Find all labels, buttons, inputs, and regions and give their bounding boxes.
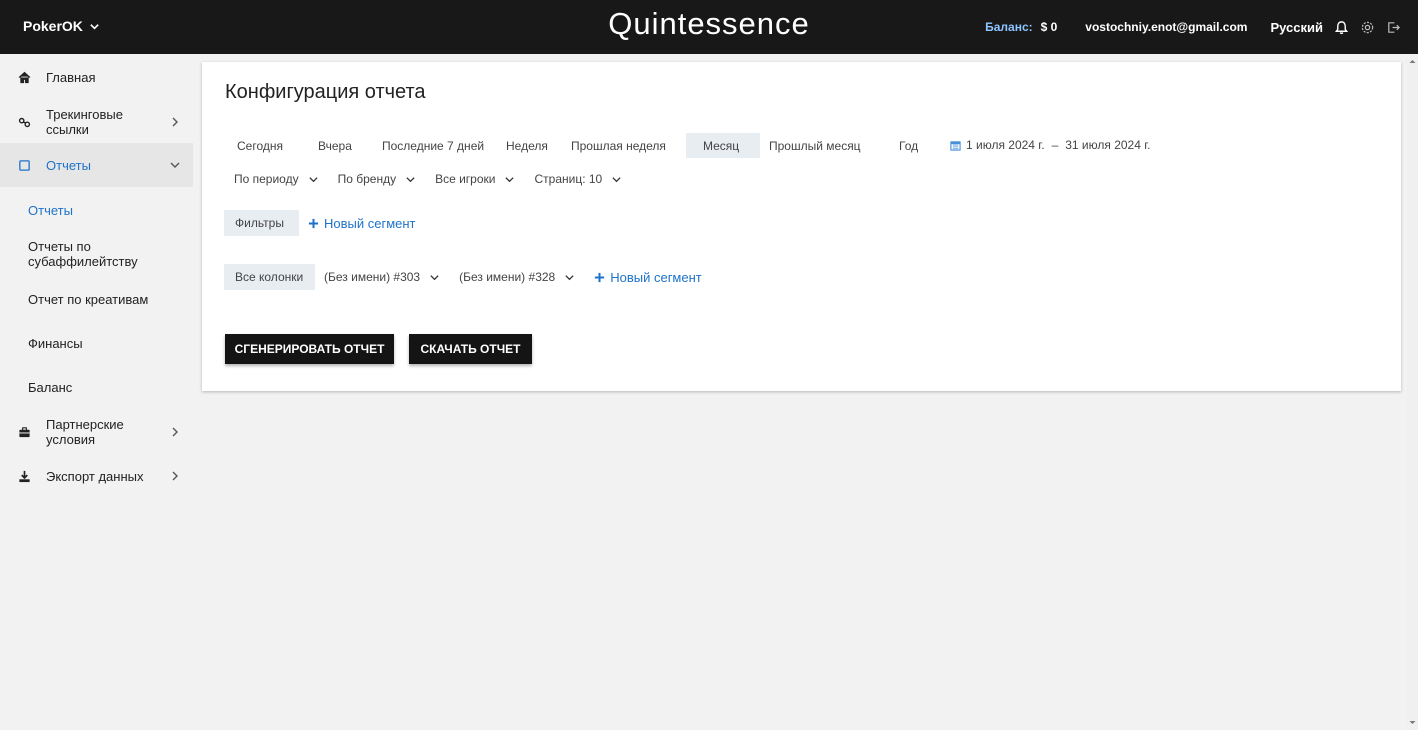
sidebar-item-reports[interactable]: Отчеты (0, 143, 193, 187)
dropdown-label: Все игроки (435, 172, 496, 186)
chevron-right-icon (172, 427, 178, 437)
new-filter-segment-button[interactable]: Новый сегмент (308, 216, 416, 231)
period-week[interactable]: Неделя (495, 133, 560, 158)
chevron-down-icon (430, 274, 439, 280)
balance-value: $ 0 (1040, 20, 1058, 34)
period-year[interactable]: Год (877, 133, 918, 158)
dropdown-label: По периоду (234, 172, 299, 186)
dropdown-label: По бренду (337, 172, 397, 186)
sidebar-item-tracking-links[interactable]: Трекинговые ссылки (0, 106, 193, 138)
players-dropdown[interactable]: Все игроки (435, 172, 515, 186)
sidebar-subitem-reports[interactable]: Отчеты (28, 203, 73, 218)
period-last-month[interactable]: Прошлый месяц (760, 133, 877, 158)
columns-row: Все колонки (Без имени) #303 (Без имени)… (224, 264, 702, 290)
pages-dropdown[interactable]: Страниц: 10 (534, 172, 622, 186)
briefcase-icon (17, 425, 31, 439)
report-options-row: По периоду По бренду Все игроки Страниц:… (234, 172, 622, 186)
sidebar-subitem-balance[interactable]: Баланс (28, 380, 72, 395)
sidebar-item-data-export[interactable]: Экспорт данных (0, 464, 193, 488)
period-today[interactable]: Сегодня (224, 133, 304, 158)
sidebar-item-label: Отчеты (46, 157, 91, 173)
brand-selector[interactable]: PokerOK (23, 18, 100, 34)
sidebar-item-partner-terms[interactable]: Партнерские условия (0, 416, 193, 448)
balance-label: Баланс: (985, 20, 1033, 34)
sidebar-item-home[interactable]: Главная (0, 66, 193, 88)
dropdown-label: Страниц: 10 (534, 172, 603, 186)
new-segment-label: Новый сегмент (610, 269, 702, 285)
scroll-up-icon[interactable] (1409, 58, 1416, 65)
sidebar-item-label: Главная (46, 69, 96, 85)
chevron-down-icon (565, 274, 574, 280)
filters-row: Фильтры Новый сегмент (224, 210, 416, 236)
language-selector[interactable]: Русский (1270, 20, 1323, 35)
generate-report-button[interactable]: СГЕНЕРИРОВАТЬ ОТЧЕТ (225, 334, 394, 364)
download-report-button[interactable]: СКАЧАТЬ ОТЧЕТ (409, 334, 532, 364)
date-from[interactable]: 1 июля 2024 г. (966, 138, 1045, 152)
gear-icon[interactable] (1359, 19, 1375, 35)
column-segment-328-dropdown[interactable]: (Без имени) #328 (459, 270, 575, 284)
chevron-down-icon (406, 176, 415, 182)
link-icon (17, 115, 31, 129)
calendar-icon (950, 140, 961, 151)
date-range-picker[interactable]: 1 июля 2024 г. – 31 июля 2024 г. (950, 138, 1150, 152)
top-bar: PokerOK Quintessence Баланс: $ 0 vostoch… (0, 0, 1418, 54)
report-config-card: Конфигурация отчета Сегодня Вчера Послед… (202, 62, 1401, 391)
sidebar-subitem-finance[interactable]: Финансы (28, 336, 83, 351)
app-logo: Quintessence (608, 6, 810, 41)
download-icon (17, 469, 31, 483)
logout-icon[interactable] (1385, 19, 1401, 35)
period-last-7-days[interactable]: Последние 7 дней (368, 133, 495, 158)
chevron-down-icon (308, 176, 318, 182)
period-tabs: Сегодня Вчера Последние 7 дней Неделя Пр… (224, 133, 918, 158)
filters-button[interactable]: Фильтры (224, 210, 299, 236)
period-last-week[interactable]: Прошлая неделя (560, 133, 686, 158)
chevron-right-icon (172, 471, 178, 481)
brand-name: PokerOK (23, 18, 83, 34)
chevron-down-icon (90, 23, 99, 30)
sidebar-subitem-subaffiliate-reports[interactable]: Отчеты по субаффилейтству (28, 239, 158, 269)
group-by-period-dropdown[interactable]: По периоду (234, 172, 319, 186)
bell-icon[interactable] (1333, 19, 1349, 35)
chevron-down-icon (612, 176, 621, 182)
sidebar-item-label: Экспорт данных (46, 468, 144, 484)
date-separator: – (1051, 138, 1059, 152)
all-columns-button[interactable]: Все колонки (224, 264, 315, 290)
column-segment-303-dropdown[interactable]: (Без имени) #303 (324, 270, 440, 284)
new-column-segment-button[interactable]: Новый сегмент (594, 270, 702, 285)
dropdown-label: (Без имени) #328 (459, 270, 556, 284)
chevron-down-icon (505, 176, 515, 182)
chevron-down-icon (170, 162, 180, 168)
plus-icon (308, 218, 319, 228)
date-to[interactable]: 31 июля 2024 г. (1065, 138, 1150, 152)
chevron-right-icon (172, 117, 178, 127)
scrollbar[interactable] (1407, 54, 1418, 730)
sidebar-item-label: Трекинговые ссылки (46, 107, 123, 137)
report-icon (17, 158, 31, 172)
user-email[interactable]: vostochniy.enot@gmail.com (1085, 20, 1247, 34)
group-by-brand-dropdown[interactable]: По бренду (338, 172, 416, 186)
sidebar-item-label: Партнерские условия (46, 417, 124, 447)
sidebar: Главная Трекинговые ссылки Отчеты Отчеты… (0, 54, 193, 730)
period-yesterday[interactable]: Вчера (304, 133, 368, 158)
sidebar-subitem-creatives-report[interactable]: Отчет по креативам (28, 292, 148, 307)
new-segment-label: Новый сегмент (324, 215, 416, 231)
page-title: Конфигурация отчета (225, 81, 426, 103)
dropdown-label: (Без имени) #303 (324, 270, 421, 284)
scroll-down-icon[interactable] (1409, 719, 1416, 726)
home-icon (17, 70, 31, 84)
plus-icon (595, 272, 605, 282)
period-month[interactable]: Месяц (686, 133, 760, 158)
